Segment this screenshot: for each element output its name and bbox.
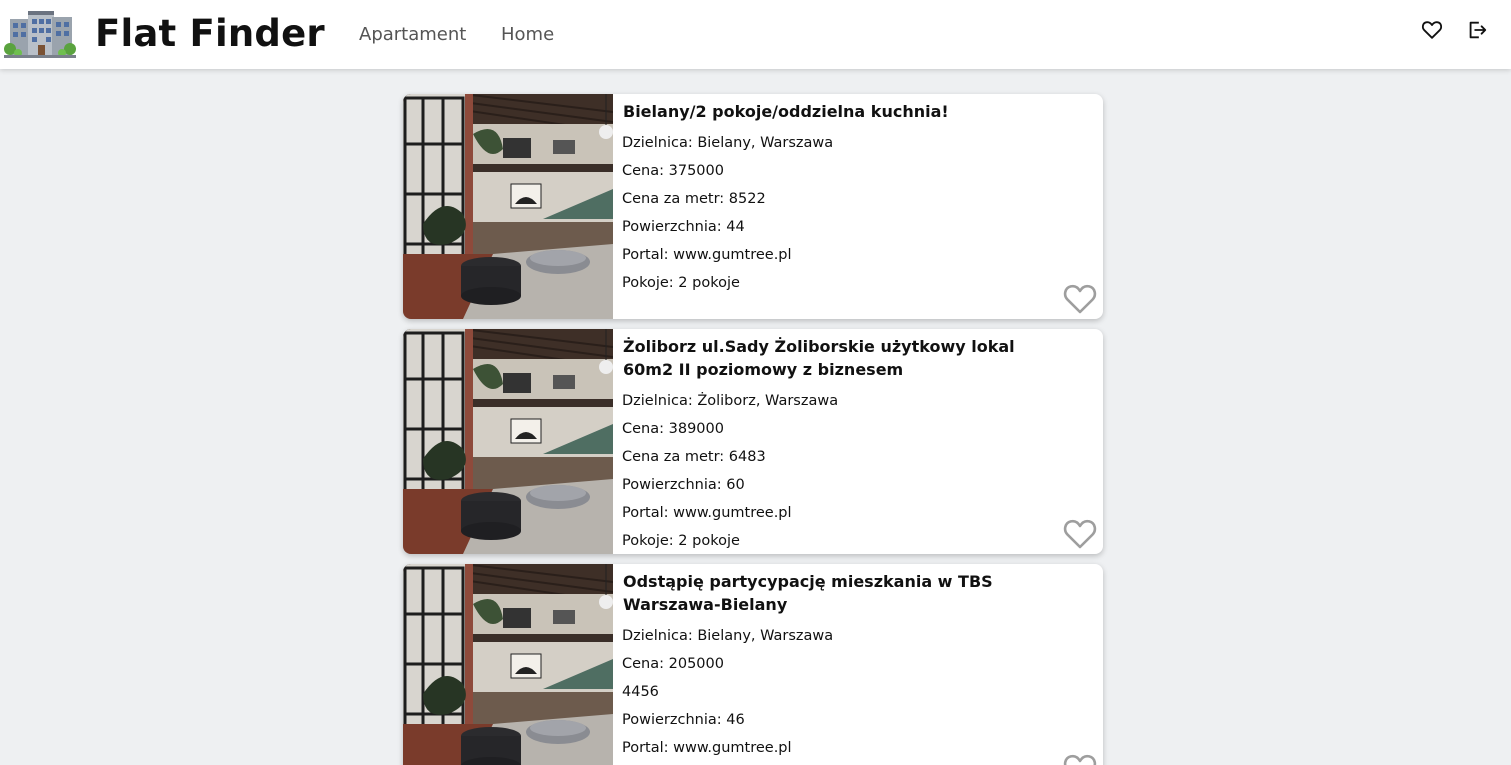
listing-area: Powierzchnia: 44 — [622, 219, 745, 235]
listing-area: Powierzchnia: 60 — [622, 477, 745, 493]
listing-photo[interactable] — [403, 94, 613, 319]
navbar: Flat Finder Apartament Home — [0, 0, 1511, 69]
listing-district: Dzielnica: Żoliborz, Warszawa — [622, 393, 839, 409]
listing-photo[interactable] — [403, 564, 613, 765]
listing-price-per-meter: 4456 — [622, 684, 659, 700]
listing-portal: Portal: www.gumtree.pl — [622, 247, 792, 263]
apartment-building-logo-icon[interactable] — [4, 7, 76, 59]
listing-price: Cena: 389000 — [622, 421, 724, 437]
listing-rooms: Pokoje: 2 pokoje — [622, 275, 740, 291]
listing-title[interactable]: Odstąpię partycypację mieszkania w TBS W… — [623, 570, 1062, 616]
nav-link-apartament[interactable]: Apartament — [359, 24, 466, 45]
listing-card[interactable]: Bielany/2 pokoje/oddzielna kuchnia! Dzie… — [403, 94, 1103, 319]
listing-card[interactable]: Żoliborz ul.Sady Żoliborskie użytkowy lo… — [403, 329, 1103, 554]
listing-area: Powierzchnia: 46 — [622, 712, 745, 728]
heart-icon[interactable] — [1421, 19, 1443, 41]
favorite-heart-icon[interactable] — [1063, 753, 1097, 765]
listing-title[interactable]: Bielany/2 pokoje/oddzielna kuchnia! — [623, 100, 1062, 123]
listing-price-per-meter: Cena za metr: 6483 — [622, 449, 766, 465]
favorite-heart-icon[interactable] — [1063, 518, 1097, 550]
listing-card[interactable]: Odstąpię partycypację mieszkania w TBS W… — [403, 564, 1103, 765]
listing-price: Cena: 205000 — [622, 656, 724, 672]
listing-portal: Portal: www.gumtree.pl — [622, 505, 792, 521]
listing-price-per-meter: Cena za metr: 8522 — [622, 191, 766, 207]
listing-portal: Portal: www.gumtree.pl — [622, 740, 792, 756]
listing-district: Dzielnica: Bielany, Warszawa — [622, 135, 834, 151]
logout-icon[interactable] — [1466, 19, 1488, 41]
listing-district: Dzielnica: Bielany, Warszawa — [622, 628, 834, 644]
listing-price: Cena: 375000 — [622, 163, 724, 179]
nav-link-home[interactable]: Home — [501, 24, 554, 45]
listing-photo[interactable] — [403, 329, 613, 554]
listing-title[interactable]: Żoliborz ul.Sady Żoliborskie użytkowy lo… — [623, 335, 1062, 381]
listing-rooms: Pokoje: 2 pokoje — [622, 533, 740, 549]
app-title[interactable]: Flat Finder — [95, 12, 325, 55]
favorite-heart-icon[interactable] — [1063, 283, 1097, 315]
